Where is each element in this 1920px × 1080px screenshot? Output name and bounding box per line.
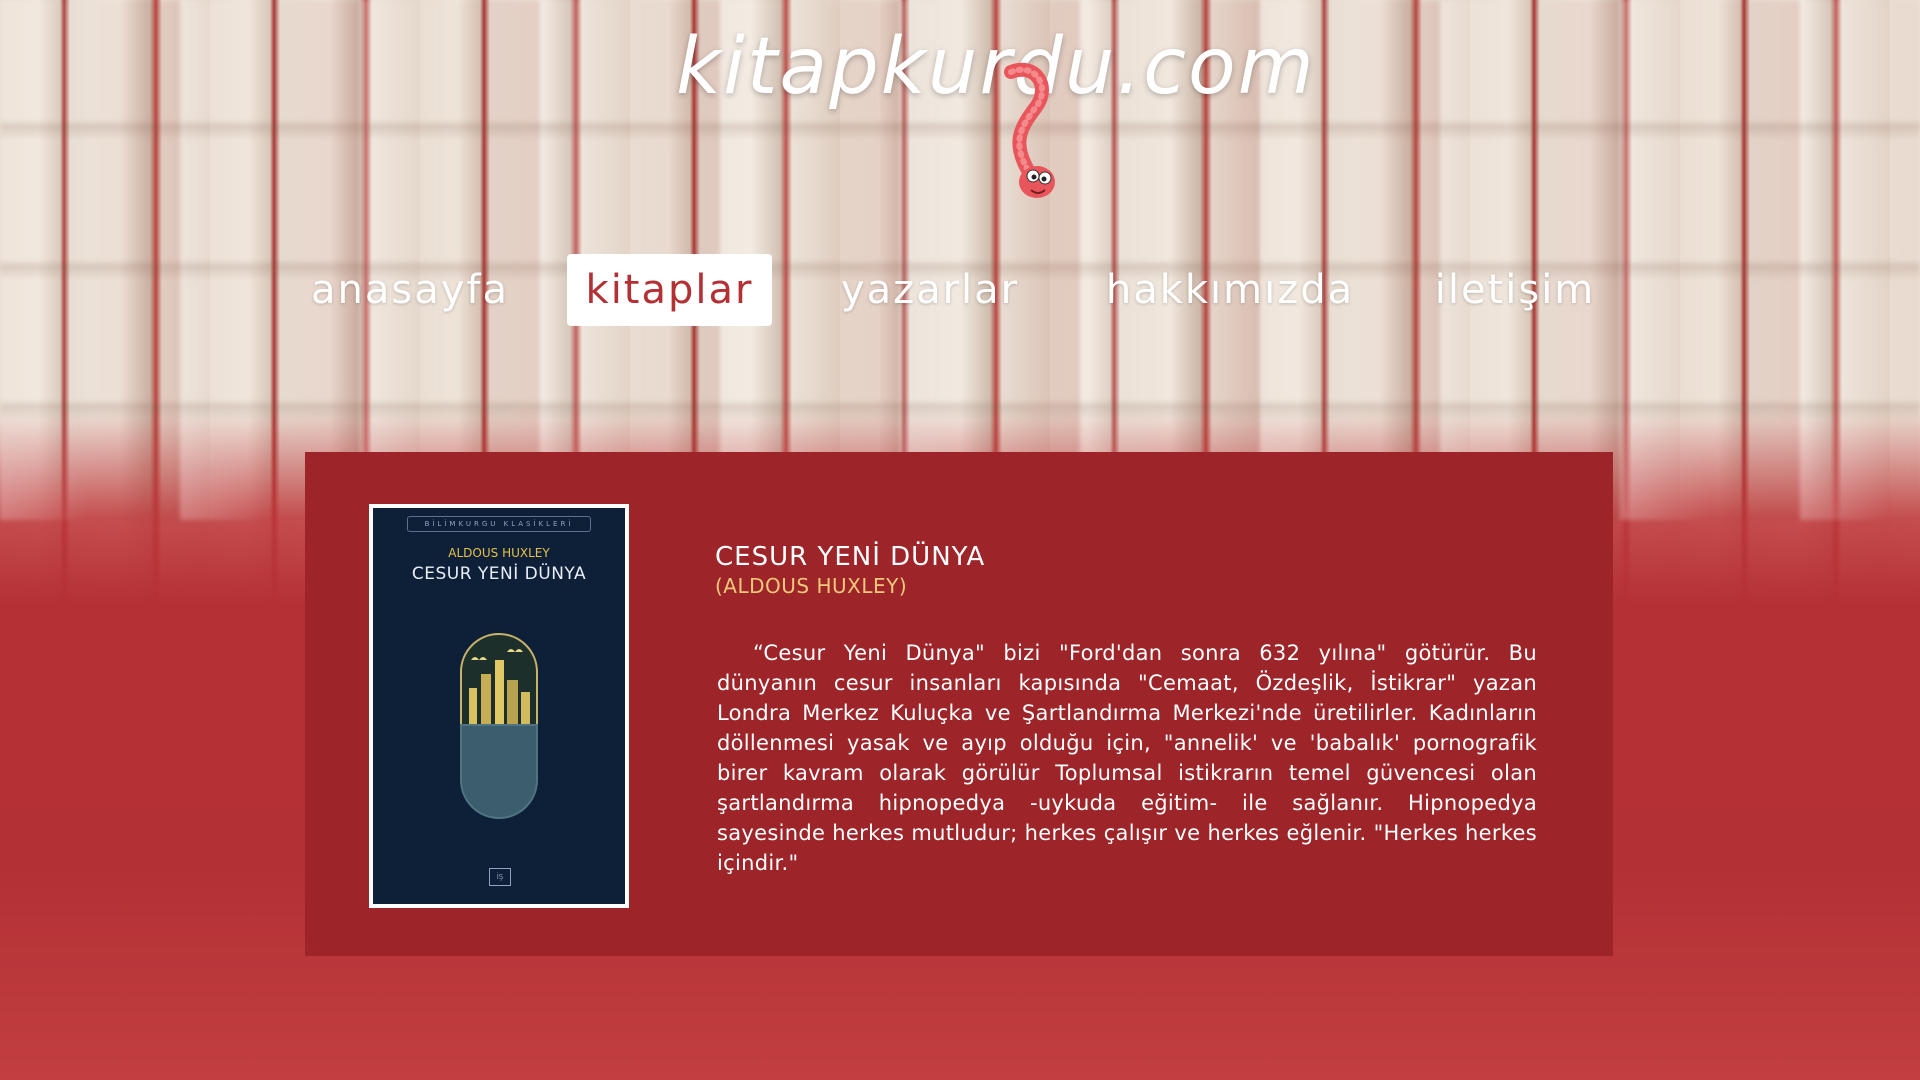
book-author[interactable]: (ALDOUS HUXLEY)	[715, 574, 907, 598]
main-nav: anasayfa kitaplar yazarlar hakkımızda il…	[300, 254, 1620, 328]
cover-series-label: BİLİMKURGU KLASİKLERİ	[407, 516, 591, 532]
nav-item-kitaplar[interactable]: kitaplar	[567, 254, 772, 326]
publisher-logo: İŞ	[489, 868, 511, 886]
book-panel: BİLİMKURGU KLASİKLERİ ALDOUS HUXLEY CESU…	[305, 452, 1613, 956]
worm-icon	[1004, 62, 1055, 198]
book-description: “Cesur Yeni Dünya" bizi "Ford'dan sonra …	[717, 641, 1537, 875]
nav-item-anasayfa[interactable]: anasayfa	[300, 254, 520, 326]
nav-item-iletisim[interactable]: iletişim	[1410, 254, 1620, 326]
cover-author: ALDOUS HUXLEY	[448, 546, 550, 560]
nav-item-hakkimizda[interactable]: hakkımızda	[1100, 254, 1360, 326]
cover-title: CESUR YENİ DÜNYA	[411, 564, 587, 584]
book-title: CESUR YENİ DÜNYA	[715, 542, 986, 572]
nav-item-yazarlar[interactable]: yazarlar	[820, 254, 1040, 326]
site-logo[interactable]: kitapkurdu.com	[676, 22, 1314, 198]
book-cover[interactable]: BİLİMKURGU KLASİKLERİ ALDOUS HUXLEY CESU…	[369, 504, 629, 908]
capsule-city-icon	[460, 633, 538, 819]
